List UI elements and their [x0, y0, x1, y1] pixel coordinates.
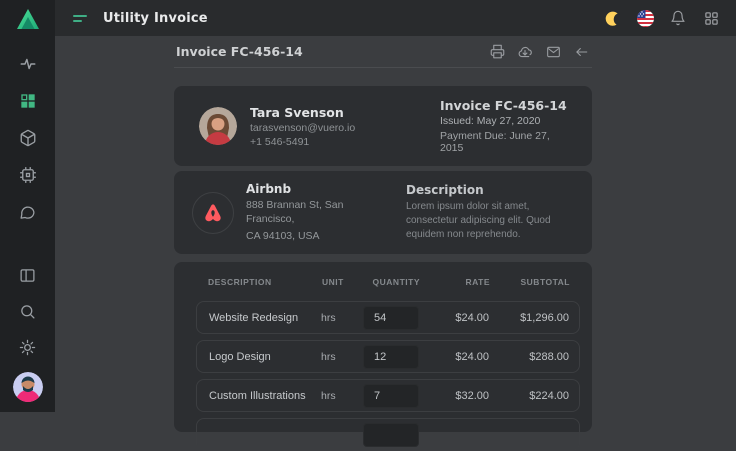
company-address-line1: 888 Brannan St, San Francisco,: [246, 198, 381, 226]
table-header-row: DESCRIPTION UNIT QUANTITY RATE SUBTOTAL: [196, 272, 580, 290]
table-body: Website Redesign hrs $24.00 $1,296.00 Lo…: [196, 301, 580, 451]
invoice-issued-date: Issued: May 27, 2020: [440, 115, 570, 127]
customer-name: Tara Svenson: [250, 105, 355, 120]
customer-info: Tara Svenson tarasvenson@vuero.io +1 546…: [250, 105, 355, 148]
print-icon[interactable]: [488, 44, 506, 60]
sidebar: [0, 0, 55, 412]
invoice-header: Invoice FC-456-14: [174, 36, 592, 68]
panels-icon[interactable]: [17, 264, 39, 286]
table-row: Website Redesign hrs $24.00 $1,296.00: [196, 301, 580, 334]
cloud-download-icon[interactable]: [516, 44, 534, 60]
user-avatar[interactable]: [13, 372, 43, 402]
description-heading: Description: [406, 183, 570, 197]
item-unit: hrs: [321, 351, 355, 363]
company-address-line2: CA 94103, USA: [246, 229, 381, 243]
item-unit: hrs: [321, 312, 355, 324]
item-description: Website Redesign: [209, 312, 321, 324]
item-rate: $24.00: [419, 312, 489, 324]
navbar-actions: [603, 9, 720, 27]
page-heading: Utility Invoice: [103, 11, 208, 26]
mail-icon[interactable]: [544, 44, 562, 60]
menu-toggle-icon[interactable]: [73, 12, 89, 24]
customer-email: tarasvenson@vuero.io: [250, 122, 355, 134]
description-text: Lorem ipsum dolor sit amet, consectetur …: [406, 200, 570, 242]
invoice-number: Invoice FC-456-14: [440, 98, 570, 113]
table-row: Logo Design hrs $24.00 $288.00: [196, 340, 580, 373]
customer-avatar: [199, 107, 237, 145]
sidebar-bottom: [13, 264, 43, 402]
invoice-items-card: DESCRIPTION UNIT QUANTITY RATE SUBTOTAL …: [174, 262, 592, 432]
activity-icon[interactable]: [17, 53, 39, 75]
col-header-subtotal: SUBTOTAL: [490, 277, 570, 287]
col-header-description: DESCRIPTION: [208, 277, 322, 287]
table-row: [196, 418, 580, 451]
app-logo-icon[interactable]: [15, 7, 41, 31]
invoice-actions: [488, 44, 590, 60]
company-name: Airbnb: [246, 182, 381, 196]
quantity-input[interactable]: [363, 384, 419, 408]
customer-card: Tara Svenson tarasvenson@vuero.io +1 546…: [174, 86, 592, 166]
col-header-unit: UNIT: [322, 277, 356, 287]
item-description: Logo Design: [209, 351, 321, 363]
settings-gear-icon[interactable]: [17, 336, 39, 358]
col-header-rate: RATE: [420, 277, 490, 287]
top-navbar: Utility Invoice: [55, 0, 736, 36]
apps-grid-icon[interactable]: [702, 9, 720, 27]
item-rate: $24.00: [419, 351, 489, 363]
dark-mode-moon-icon[interactable]: [603, 9, 621, 27]
company-card: Airbnb 888 Brannan St, San Francisco, CA…: [174, 171, 592, 254]
invoice-meta: Invoice FC-456-14 Issued: May 27, 2020 P…: [440, 98, 570, 154]
chip-icon[interactable]: [17, 164, 39, 186]
invoice-title: Invoice FC-456-14: [176, 44, 303, 59]
dashboard-grid-icon[interactable]: [17, 90, 39, 112]
col-header-quantity: QUANTITY: [356, 277, 420, 287]
invoice-due-date: Payment Due: June 27, 2015: [440, 130, 570, 154]
item-unit: hrs: [321, 390, 355, 402]
company-info: Airbnb 888 Brannan St, San Francisco, CA…: [246, 182, 381, 243]
sidebar-nav: [17, 53, 39, 223]
item-subtotal: $224.00: [489, 390, 569, 402]
cube-icon[interactable]: [17, 127, 39, 149]
chat-icon[interactable]: [17, 201, 39, 223]
customer-phone: +1 546-5491: [250, 136, 355, 148]
search-icon[interactable]: [17, 300, 39, 322]
quantity-input[interactable]: [363, 423, 419, 447]
quantity-input[interactable]: [363, 345, 419, 369]
item-subtotal: $1,296.00: [489, 312, 569, 324]
back-arrow-icon[interactable]: [572, 44, 590, 60]
table-row: Custom Illustrations hrs $32.00 $224.00: [196, 379, 580, 412]
item-description: Custom Illustrations: [209, 390, 321, 402]
notifications-bell-icon[interactable]: [669, 9, 687, 27]
invoice-description: Description Lorem ipsum dolor sit amet, …: [406, 183, 570, 242]
airbnb-logo-icon: [192, 192, 234, 234]
main-content: Invoice FC-456-14: [55, 36, 736, 412]
quantity-input[interactable]: [363, 306, 419, 330]
item-rate: $32.00: [419, 390, 489, 402]
language-flag-icon[interactable]: [636, 9, 654, 27]
item-subtotal: $288.00: [489, 351, 569, 363]
